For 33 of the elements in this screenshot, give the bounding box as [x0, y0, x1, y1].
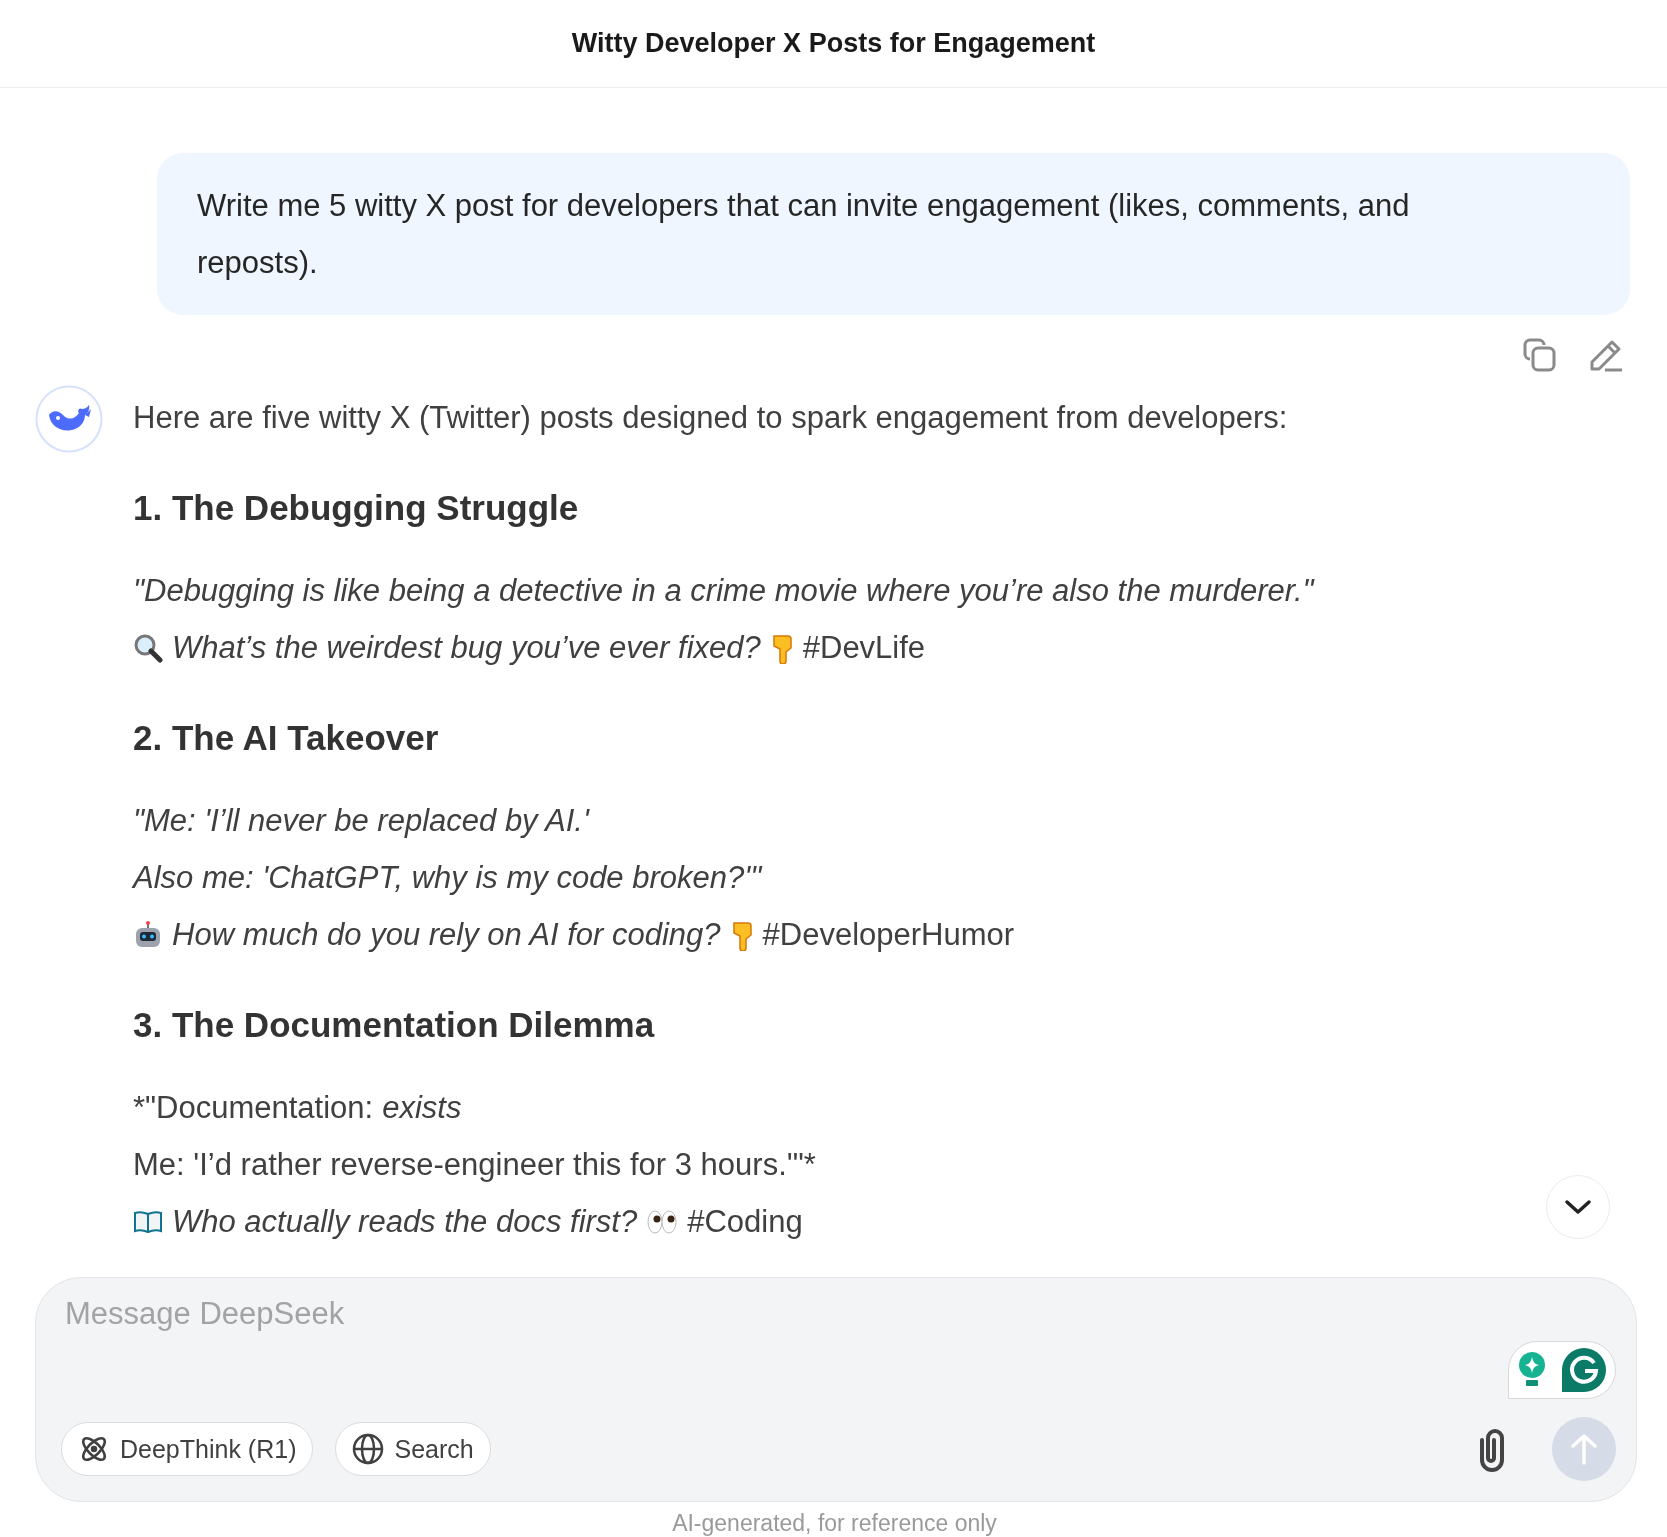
post-text: #DevLife — [802, 629, 926, 667]
eyes-icon — [646, 1208, 679, 1235]
whale-avatar-icon — [35, 385, 103, 453]
post-text: "Debugging is like being a detective in a crime movie where you’re also the murderer." — [133, 572, 1314, 610]
disclaimer-text: AI-generated, for reference only — [671, 1510, 998, 1537]
section-heading: 1. The Debugging Struggle — [133, 487, 580, 529]
post-text: What’s the weirdest bug you’ve ever fixed? — [172, 629, 761, 667]
post-text: Me: 'I’d rather reverse-engineer this for 3 hours.'"* — [133, 1146, 816, 1184]
response-intro: Here are five witty X (Twitter) posts designed to spark engagement from developers: — [133, 399, 1289, 437]
book-icon — [133, 1208, 163, 1235]
post-text: How much do you rely on AI for coding? — [172, 916, 721, 954]
arrow-up-icon — [1569, 1432, 1599, 1466]
robot-icon — [133, 919, 163, 950]
user-message: Write me 5 witty X post for developers that can invite engagement (likes, comments, and reposts). — [197, 187, 1411, 282]
post-text: "Me: 'I’ll never be replaced by AI.' — [133, 802, 589, 840]
chat-title: Witty Developer X Posts for Engagement — [571, 28, 1096, 59]
post-text: *"Documentation: — [133, 1089, 374, 1127]
post-text: Who actually reads the docs first? — [172, 1203, 638, 1241]
message-field[interactable]: Message DeepSeek DeepThink (R1) Search — [35, 1277, 1637, 1502]
copy-icon[interactable] — [1522, 337, 1558, 373]
post-text: #Coding — [687, 1203, 803, 1241]
grammarly-widget[interactable] — [1508, 1341, 1616, 1399]
post-text: #DeveloperHumor — [762, 916, 1015, 954]
section-heading: 2. The AI Takeover — [133, 717, 440, 759]
magnifier-icon — [133, 632, 163, 663]
globe-icon — [352, 1433, 385, 1465]
search-button[interactable]: Search — [335, 1422, 491, 1476]
post-text: Also me: 'ChatGPT, why is my code broken?'" — [133, 859, 762, 897]
deepthink-button[interactable]: DeepThink (R1) — [61, 1422, 314, 1476]
chevron-down-icon — [1563, 1197, 1593, 1217]
post-text: exists — [382, 1089, 462, 1127]
section-heading: 3. The Documentation Dilemma — [133, 1004, 656, 1046]
grammarly-g-icon[interactable] — [1561, 1347, 1607, 1393]
